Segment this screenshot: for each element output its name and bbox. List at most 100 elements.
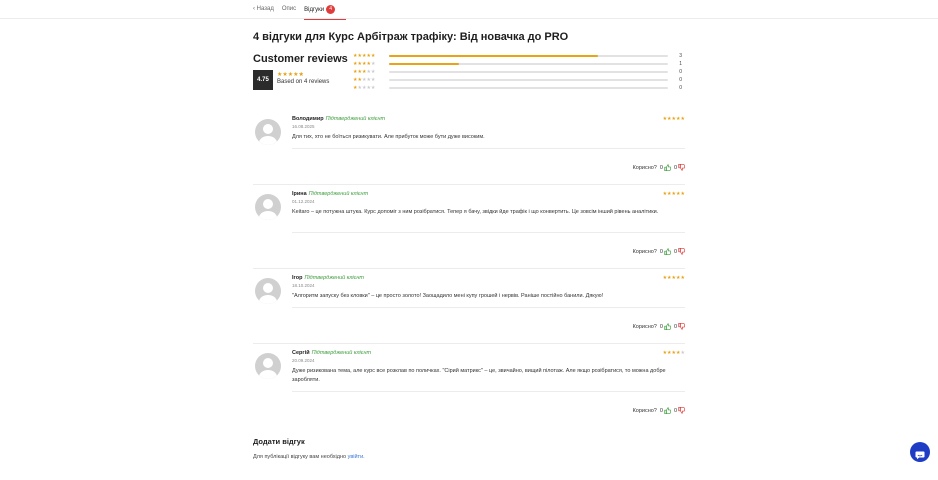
thumbs-up-icon[interactable] xyxy=(664,248,671,255)
rating-row-4[interactable]: ★★★★★ 1 xyxy=(353,60,682,68)
tab-back[interactable]: ‹ Назад xyxy=(253,6,274,13)
like-count: 0 xyxy=(659,248,663,255)
review-text: Дуже ризикована тема, але курс все розкл… xyxy=(292,368,666,383)
add-review-title: Додати відгук xyxy=(253,437,305,446)
review-item: Ірина Підтверджений клієнт 01.12.2024 ★★★… xyxy=(253,191,685,269)
rating-row-3[interactable]: ★★★★★ 0 xyxy=(353,68,682,76)
thumbs-down-icon[interactable] xyxy=(678,407,685,414)
verified-badge: Підтверджений клієнт xyxy=(325,116,386,122)
product-tabs: ‹ Назад Опис Відгуки 4 xyxy=(253,0,347,20)
review-text: Для тих, хто не боїться ризикувати. Але … xyxy=(292,134,485,140)
reviews-count-badge: 4 xyxy=(326,4,336,14)
helpful-votes: Корисно? 0 0 xyxy=(633,164,685,171)
review-divider xyxy=(292,391,685,392)
review-stars: ★★★★★ xyxy=(662,275,685,281)
rating-breakdown: ★★★★★ 3 ★★★★★ 1 ★★★★★ 0 ★★★★★ 0 ★★★★★ 0 xyxy=(353,52,682,92)
rating-row-stars: ★★★★★ xyxy=(353,77,376,83)
rating-row-count: 0 xyxy=(679,69,682,75)
review-header: Ігор Підтверджений клієнт xyxy=(292,275,364,281)
avatar xyxy=(255,278,281,304)
tab-reviews[interactable]: Відгуки 4 xyxy=(304,4,347,20)
review-separator xyxy=(253,268,685,269)
review-date: 16.08.2025 xyxy=(292,124,315,129)
verified-badge: Підтверджений клієнт xyxy=(308,191,369,197)
review-author: Ігор xyxy=(292,275,303,281)
avatar xyxy=(255,119,281,145)
review-header: Ірина Підтверджений клієнт xyxy=(292,191,368,197)
helpful-label: Корисно? xyxy=(632,407,657,414)
review-stars: ★★★★★ xyxy=(662,191,685,197)
review-divider xyxy=(292,232,685,233)
dislike-count: 0 xyxy=(673,407,677,414)
page-title: 4 відгуки для Курс Арбітраж трафіку: Від… xyxy=(253,31,569,43)
thumbs-up-icon[interactable] xyxy=(664,323,671,330)
review-date: 01.12.2024 xyxy=(292,199,315,204)
verified-badge: Підтверджений клієнт xyxy=(304,275,364,281)
rating-bar-track xyxy=(389,54,668,58)
rating-row-2[interactable]: ★★★★★ 0 xyxy=(353,76,682,84)
thumbs-down-icon[interactable] xyxy=(678,323,685,330)
rating-row-count: 1 xyxy=(679,61,682,67)
rating-row-count: 0 xyxy=(679,85,682,91)
review-date: 20.09.2024 xyxy=(292,358,315,363)
login-required-note: Для публікації відгуку вам необхідно уві… xyxy=(253,454,365,460)
thumbs-up-icon[interactable] xyxy=(664,164,671,171)
based-on-text: Based on 4 reviews xyxy=(277,79,330,85)
review-divider xyxy=(292,307,685,308)
helpful-label: Корисно? xyxy=(632,248,657,255)
thumbs-down-icon[interactable] xyxy=(678,248,685,255)
review-item: Сергій Підтверджений клієнт 20.09.2024 ★★… xyxy=(253,350,685,425)
review-header: Володимир Підтверджений клієнт xyxy=(292,116,385,122)
login-note-text: Для публікації відгуку вам необхідно xyxy=(253,454,348,460)
rating-bar-track xyxy=(389,78,668,82)
chat-bubble-icon xyxy=(915,447,925,460)
like-count: 0 xyxy=(659,407,663,414)
review-author: Ірина xyxy=(292,191,307,197)
thumbs-up-icon[interactable] xyxy=(664,407,671,414)
avatar xyxy=(255,194,281,220)
chat-button[interactable] xyxy=(910,442,930,462)
dislike-count: 0 xyxy=(673,248,677,255)
average-rating-box: 4.75 xyxy=(253,70,273,90)
review-author: Сергій xyxy=(292,350,310,356)
verified-badge: Підтверджений клієнт xyxy=(311,350,372,356)
tab-reviews-label: Відгуки xyxy=(304,6,325,13)
rating-bar-fill xyxy=(389,62,459,66)
login-link[interactable]: увійти. xyxy=(348,454,365,460)
dislike-count: 0 xyxy=(673,164,677,171)
review-text: "Алгоритм запуску без кловки" – це прост… xyxy=(292,293,604,299)
rating-row-stars: ★★★★★ xyxy=(353,53,376,59)
rating-row-5[interactable]: ★★★★★ 3 xyxy=(353,52,682,60)
rating-bar-track xyxy=(389,62,668,66)
review-date: 18.10.2024 xyxy=(292,283,315,288)
tab-description[interactable]: Опис xyxy=(282,6,296,13)
review-stars: ★★★★★ xyxy=(662,116,685,122)
customer-reviews-title: Customer reviews xyxy=(253,53,348,65)
rating-bar-fill xyxy=(389,54,599,58)
rating-row-count: 3 xyxy=(679,53,682,59)
rating-row-stars: ★★★★★ xyxy=(353,61,376,67)
helpful-votes: Корисно? 0 0 xyxy=(633,248,685,255)
review-separator xyxy=(253,343,685,344)
average-stars: ★★★★★ ★ xyxy=(277,72,304,78)
review-header: Сергій Підтверджений клієнт xyxy=(292,350,371,356)
review-text: Keitaro – це потужна штука. Курс допоміг… xyxy=(292,209,659,215)
thumbs-down-icon[interactable] xyxy=(678,164,685,171)
review-item: Володимир Підтверджений клієнт 16.08.2025… xyxy=(253,116,685,185)
rating-row-stars: ★★★★★ xyxy=(353,85,376,91)
helpful-label: Корисно? xyxy=(632,164,657,171)
helpful-label: Корисно? xyxy=(632,323,657,330)
review-item: Ігор Підтверджений клієнт 18.10.2024 ★★★★… xyxy=(253,275,685,344)
rating-row-count: 0 xyxy=(679,77,682,83)
dislike-count: 0 xyxy=(673,323,677,330)
rating-row-1[interactable]: ★★★★★ 0 xyxy=(353,84,682,92)
like-count: 0 xyxy=(659,323,663,330)
review-separator xyxy=(253,184,685,185)
helpful-votes: Корисно? 0 0 xyxy=(633,407,685,414)
avatar xyxy=(255,353,281,379)
helpful-votes: Корисно? 0 0 xyxy=(633,323,685,330)
like-count: 0 xyxy=(659,164,663,171)
tabs-divider xyxy=(0,18,938,19)
review-divider xyxy=(292,148,685,149)
rating-bar-track xyxy=(389,70,668,74)
